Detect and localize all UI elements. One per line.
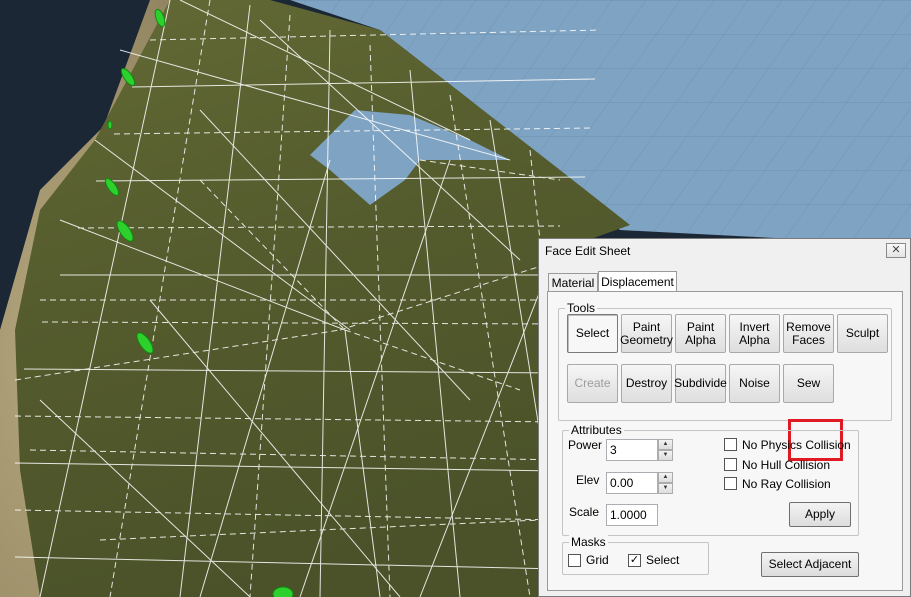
tool-remove-faces-button[interactable]: Remove Faces	[783, 314, 834, 353]
elev-label: Elev	[576, 473, 600, 487]
face-edit-sheet-dialog: Face Edit Sheet ✕ Material Displacement …	[538, 238, 911, 597]
tool-invert-alpha-button[interactable]: Invert Alpha	[729, 314, 780, 353]
power-spinner[interactable]: ▲ ▼	[658, 439, 673, 461]
marker	[107, 120, 113, 130]
select-adjacent-button[interactable]: Select Adjacent	[761, 552, 859, 577]
mask-select-label: Select	[646, 553, 680, 567]
mask-select-checkbox[interactable]: ✓	[628, 554, 641, 567]
power-input[interactable]: 3	[606, 439, 658, 461]
close-icon[interactable]: ✕	[886, 243, 906, 258]
tool-sculpt-button[interactable]: Sculpt	[837, 314, 888, 353]
tool-create-button[interactable]: Create	[567, 364, 618, 403]
spin-down-icon[interactable]: ▼	[658, 483, 673, 494]
no-ray-collision-label: No Ray Collision	[742, 477, 831, 491]
elev-spinner[interactable]: ▲ ▼	[658, 472, 673, 494]
tool-paint-geometry-button[interactable]: Paint Geometry	[620, 314, 673, 353]
dialog-title: Face Edit Sheet	[545, 244, 631, 258]
no-physics-collision-label: No Physics Collision	[742, 438, 851, 452]
tool-paint-alpha-button[interactable]: Paint Alpha	[675, 314, 726, 353]
power-label: Power	[568, 438, 603, 452]
no-hull-collision-checkbox[interactable]	[724, 458, 737, 471]
displacement-panel: Tools Attributes Power 3 ▲ ▼ Elev 0.00 ▲…	[547, 291, 903, 591]
scale-label: Scale	[569, 505, 600, 519]
attributes-group-label: Attributes	[569, 423, 624, 437]
tool-subdivide-button[interactable]: Subdivide	[674, 364, 727, 403]
tool-sew-button[interactable]: Sew	[783, 364, 834, 403]
tab-displacement[interactable]: Displacement	[598, 271, 677, 291]
mask-grid-label: Grid	[586, 553, 609, 567]
tool-select-button[interactable]: Select	[567, 314, 618, 353]
apply-button[interactable]: Apply	[789, 502, 851, 527]
spin-up-icon[interactable]: ▲	[658, 472, 673, 483]
title-bar[interactable]: Face Edit Sheet ✕	[539, 239, 910, 263]
spin-up-icon[interactable]: ▲	[658, 439, 673, 450]
mask-grid-checkbox[interactable]	[568, 554, 581, 567]
marker	[272, 586, 294, 597]
spin-down-icon[interactable]: ▼	[658, 450, 673, 461]
tools-group-label: Tools	[565, 301, 598, 315]
no-physics-collision-checkbox[interactable]	[724, 438, 737, 451]
tab-material[interactable]: Material	[548, 273, 598, 291]
no-hull-collision-label: No Hull Collision	[742, 458, 831, 472]
tool-destroy-button[interactable]: Destroy	[621, 364, 672, 403]
scale-input[interactable]: 1.0000	[606, 504, 658, 526]
tool-noise-button[interactable]: Noise	[729, 364, 780, 403]
elev-input[interactable]: 0.00	[606, 472, 658, 494]
no-ray-collision-checkbox[interactable]	[724, 477, 737, 490]
masks-group-label: Masks	[569, 535, 608, 549]
